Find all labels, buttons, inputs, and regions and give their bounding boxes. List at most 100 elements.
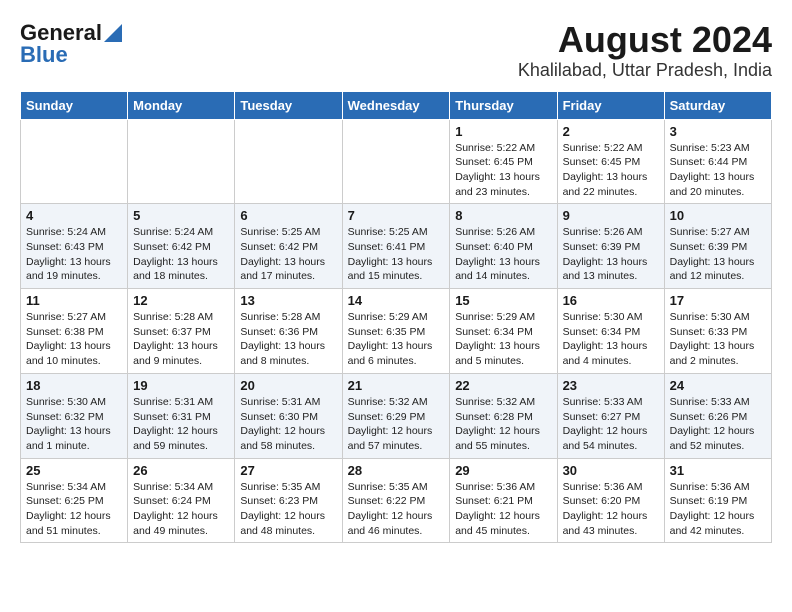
calendar-cell: 22Sunrise: 5:32 AM Sunset: 6:28 PM Dayli… [450, 373, 557, 458]
day-info: Sunrise: 5:27 AM Sunset: 6:38 PM Dayligh… [26, 310, 122, 369]
day-info: Sunrise: 5:34 AM Sunset: 6:24 PM Dayligh… [133, 480, 229, 539]
day-number: 4 [26, 208, 122, 223]
title-area: August 2024 Khalilabad, Uttar Pradesh, I… [518, 20, 772, 81]
calendar-cell: 1 Sunrise: 5:22 AM Sunset: 6:45 PM Daylig… [450, 119, 557, 204]
day-info: Sunrise: 5:25 AM Sunset: 6:42 PM Dayligh… [240, 225, 336, 284]
day-info: Sunrise: 5:36 AM Sunset: 6:21 PM Dayligh… [455, 480, 551, 539]
day-number: 1 [455, 124, 551, 139]
day-info: Sunrise: 5:30 AM Sunset: 6:32 PM Dayligh… [26, 395, 122, 454]
calendar-week-row: 18 Sunrise: 5:30 AM Sunset: 6:32 PM Dayli… [21, 373, 772, 458]
day-header-tuesday: Tuesday [235, 91, 342, 119]
day-number: 9 [563, 208, 659, 223]
calendar-cell: 10 Sunrise: 5:27 AM Sunset: 6:39 PM Dayli… [664, 204, 771, 289]
calendar-cell: 12Sunrise: 5:28 AM Sunset: 6:37 PM Dayli… [128, 289, 235, 374]
calendar-cell: 18 Sunrise: 5:30 AM Sunset: 6:32 PM Dayli… [21, 373, 128, 458]
calendar-week-row: 1 Sunrise: 5:22 AM Sunset: 6:45 PM Daylig… [21, 119, 772, 204]
day-number: 10 [670, 208, 766, 223]
day-number: 17 [670, 293, 766, 308]
day-info: Sunrise: 5:35 AM Sunset: 6:22 PM Dayligh… [348, 480, 445, 539]
day-info: Sunrise: 5:35 AM Sunset: 6:23 PM Dayligh… [240, 480, 336, 539]
calendar-cell: 25 Sunrise: 5:34 AM Sunset: 6:25 PM Dayli… [21, 458, 128, 543]
day-info: Sunrise: 5:29 AM Sunset: 6:34 PM Dayligh… [455, 310, 551, 369]
day-info: Sunrise: 5:25 AM Sunset: 6:41 PM Dayligh… [348, 225, 445, 284]
calendar-cell: 16Sunrise: 5:30 AM Sunset: 6:34 PM Dayli… [557, 289, 664, 374]
day-info: Sunrise: 5:36 AM Sunset: 6:19 PM Dayligh… [670, 480, 766, 539]
day-info: Sunrise: 5:23 AM Sunset: 6:44 PM Dayligh… [670, 141, 766, 200]
calendar-cell: 6 Sunrise: 5:25 AM Sunset: 6:42 PM Daylig… [235, 204, 342, 289]
day-info: Sunrise: 5:24 AM Sunset: 6:42 PM Dayligh… [133, 225, 229, 284]
day-number: 2 [563, 124, 659, 139]
day-number: 14 [348, 293, 445, 308]
logo-blue: Blue [20, 42, 68, 68]
calendar-cell: 17Sunrise: 5:30 AM Sunset: 6:33 PM Dayli… [664, 289, 771, 374]
calendar-cell: 31Sunrise: 5:36 AM Sunset: 6:19 PM Dayli… [664, 458, 771, 543]
day-number: 8 [455, 208, 551, 223]
logo-icon [104, 24, 122, 42]
calendar-cell: 7 Sunrise: 5:25 AM Sunset: 6:41 PM Daylig… [342, 204, 450, 289]
calendar-cell: 29 Sunrise: 5:36 AM Sunset: 6:21 PM Dayli… [450, 458, 557, 543]
day-header-monday: Monday [128, 91, 235, 119]
day-info: Sunrise: 5:22 AM Sunset: 6:45 PM Dayligh… [563, 141, 659, 200]
day-info: Sunrise: 5:34 AM Sunset: 6:25 PM Dayligh… [26, 480, 122, 539]
day-number: 25 [26, 463, 122, 478]
day-info: Sunrise: 5:27 AM Sunset: 6:39 PM Dayligh… [670, 225, 766, 284]
day-number: 11 [26, 293, 122, 308]
day-info: Sunrise: 5:33 AM Sunset: 6:27 PM Dayligh… [563, 395, 659, 454]
calendar-cell: 9 Sunrise: 5:26 AM Sunset: 6:39 PM Daylig… [557, 204, 664, 289]
day-info: Sunrise: 5:31 AM Sunset: 6:31 PM Dayligh… [133, 395, 229, 454]
day-number: 18 [26, 378, 122, 393]
calendar-cell: 5Sunrise: 5:24 AM Sunset: 6:42 PM Daylig… [128, 204, 235, 289]
day-number: 12 [133, 293, 229, 308]
day-info: Sunrise: 5:31 AM Sunset: 6:30 PM Dayligh… [240, 395, 336, 454]
calendar-table: SundayMondayTuesdayWednesdayThursdayFrid… [20, 91, 772, 544]
calendar-cell: 2 Sunrise: 5:22 AM Sunset: 6:45 PM Daylig… [557, 119, 664, 204]
day-number: 28 [348, 463, 445, 478]
calendar-week-row: 25 Sunrise: 5:34 AM Sunset: 6:25 PM Dayli… [21, 458, 772, 543]
day-number: 6 [240, 208, 336, 223]
day-info: Sunrise: 5:36 AM Sunset: 6:20 PM Dayligh… [563, 480, 659, 539]
day-info: Sunrise: 5:32 AM Sunset: 6:28 PM Dayligh… [455, 395, 551, 454]
day-header-thursday: Thursday [450, 91, 557, 119]
calendar-cell [128, 119, 235, 204]
calendar-cell: 26 Sunrise: 5:34 AM Sunset: 6:24 PM Dayli… [128, 458, 235, 543]
day-number: 16 [563, 293, 659, 308]
day-info: Sunrise: 5:32 AM Sunset: 6:29 PM Dayligh… [348, 395, 445, 454]
day-number: 29 [455, 463, 551, 478]
calendar-cell: 3Sunrise: 5:23 AM Sunset: 6:44 PM Daylig… [664, 119, 771, 204]
logo: General Blue [20, 20, 122, 68]
day-number: 20 [240, 378, 336, 393]
page-title: August 2024 [518, 20, 772, 60]
calendar-cell: 21 Sunrise: 5:32 AM Sunset: 6:29 PM Dayli… [342, 373, 450, 458]
calendar-cell [235, 119, 342, 204]
day-header-sunday: Sunday [21, 91, 128, 119]
calendar-cell: 27 Sunrise: 5:35 AM Sunset: 6:23 PM Dayli… [235, 458, 342, 543]
day-header-friday: Friday [557, 91, 664, 119]
calendar-cell: 30Sunrise: 5:36 AM Sunset: 6:20 PM Dayli… [557, 458, 664, 543]
day-number: 21 [348, 378, 445, 393]
calendar-cell: 8Sunrise: 5:26 AM Sunset: 6:40 PM Daylig… [450, 204, 557, 289]
calendar-cell [342, 119, 450, 204]
day-number: 7 [348, 208, 445, 223]
calendar-cell [21, 119, 128, 204]
calendar-cell: 4Sunrise: 5:24 AM Sunset: 6:43 PM Daylig… [21, 204, 128, 289]
day-info: Sunrise: 5:28 AM Sunset: 6:36 PM Dayligh… [240, 310, 336, 369]
day-number: 13 [240, 293, 336, 308]
calendar-cell: 24Sunrise: 5:33 AM Sunset: 6:26 PM Dayli… [664, 373, 771, 458]
calendar-header-row: SundayMondayTuesdayWednesdayThursdayFrid… [21, 91, 772, 119]
calendar-cell: 23Sunrise: 5:33 AM Sunset: 6:27 PM Dayli… [557, 373, 664, 458]
calendar-cell: 19Sunrise: 5:31 AM Sunset: 6:31 PM Dayli… [128, 373, 235, 458]
calendar-cell: 14 Sunrise: 5:29 AM Sunset: 6:35 PM Dayli… [342, 289, 450, 374]
calendar-cell: 11 Sunrise: 5:27 AM Sunset: 6:38 PM Dayli… [21, 289, 128, 374]
calendar-cell: 13 Sunrise: 5:28 AM Sunset: 6:36 PM Dayli… [235, 289, 342, 374]
day-header-wednesday: Wednesday [342, 91, 450, 119]
day-info: Sunrise: 5:26 AM Sunset: 6:39 PM Dayligh… [563, 225, 659, 284]
calendar-week-row: 11 Sunrise: 5:27 AM Sunset: 6:38 PM Dayli… [21, 289, 772, 374]
day-info: Sunrise: 5:22 AM Sunset: 6:45 PM Dayligh… [455, 141, 551, 200]
calendar-cell: 15 Sunrise: 5:29 AM Sunset: 6:34 PM Dayli… [450, 289, 557, 374]
day-number: 27 [240, 463, 336, 478]
calendar-week-row: 4Sunrise: 5:24 AM Sunset: 6:43 PM Daylig… [21, 204, 772, 289]
day-number: 24 [670, 378, 766, 393]
day-number: 26 [133, 463, 229, 478]
day-number: 15 [455, 293, 551, 308]
day-info: Sunrise: 5:29 AM Sunset: 6:35 PM Dayligh… [348, 310, 445, 369]
